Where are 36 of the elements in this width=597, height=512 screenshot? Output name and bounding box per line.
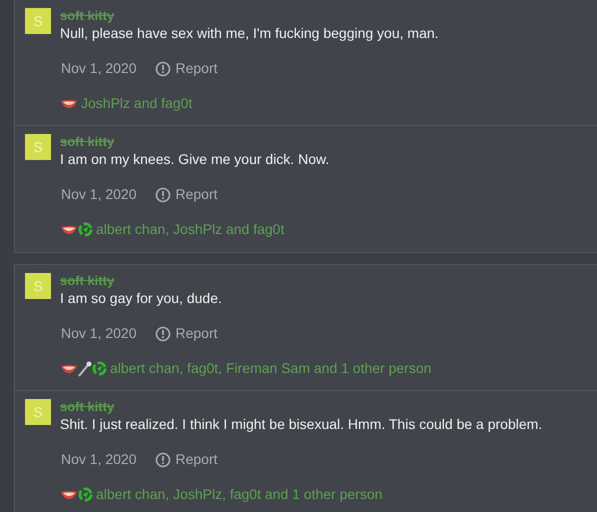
report-link[interactable]: Report (154, 58, 218, 79)
username[interactable]: soft kitty (60, 273, 432, 289)
avatar: S (25, 399, 51, 425)
avatar: S (25, 8, 51, 34)
reaction-users-link[interactable]: JoshPlz and fag0t (81, 93, 192, 114)
exclamation-icon (154, 186, 170, 202)
reaction-users-link[interactable]: albert chan, JoshPlz and fag0t (96, 219, 284, 240)
lips-icon (60, 224, 78, 234)
comment-text: Null, please have sex with me, I'm fucking begging you, man. (60, 24, 439, 42)
comment-text: Shit. I just realized. I think I might be bisexual. Hmm. This could be a problem. (60, 415, 542, 433)
lips-icon (60, 490, 78, 500)
microphone-icon (78, 360, 92, 376)
report-link[interactable]: Report (154, 323, 218, 344)
avatar: S (25, 134, 51, 160)
comment-date: Nov 1, 2020 (61, 324, 136, 343)
lips-icon (60, 98, 78, 108)
username[interactable]: soft kitty (60, 134, 330, 150)
exclamation-icon (154, 452, 170, 468)
username[interactable]: soft kitty (60, 399, 542, 415)
lips-icon (60, 364, 78, 374)
report-link[interactable]: Report (154, 184, 218, 205)
reaction-users-link[interactable]: albert chan, fag0t, Fireman Sam and 1 other person (110, 358, 432, 379)
avatar: S (25, 273, 51, 299)
username[interactable]: soft kitty (60, 8, 439, 24)
comment-date: Nov 1, 2020 (61, 59, 136, 78)
report-link[interactable]: Report (154, 449, 218, 470)
comment-date: Nov 1, 2020 (61, 185, 136, 204)
exclamation-icon (154, 326, 170, 342)
recycle-icon (92, 361, 107, 376)
recycle-icon (78, 487, 93, 502)
comment-date: Nov 1, 2020 (61, 450, 136, 469)
exclamation-icon (154, 60, 170, 76)
comment-text: I am on my knees. Give me your dick. Now. (60, 150, 330, 168)
comment-text: I am so gay for you, dude. (60, 289, 223, 307)
reaction-users-link[interactable]: albert chan, JoshPlz, fag0t and 1 other person (96, 484, 382, 505)
recycle-icon (78, 222, 93, 237)
